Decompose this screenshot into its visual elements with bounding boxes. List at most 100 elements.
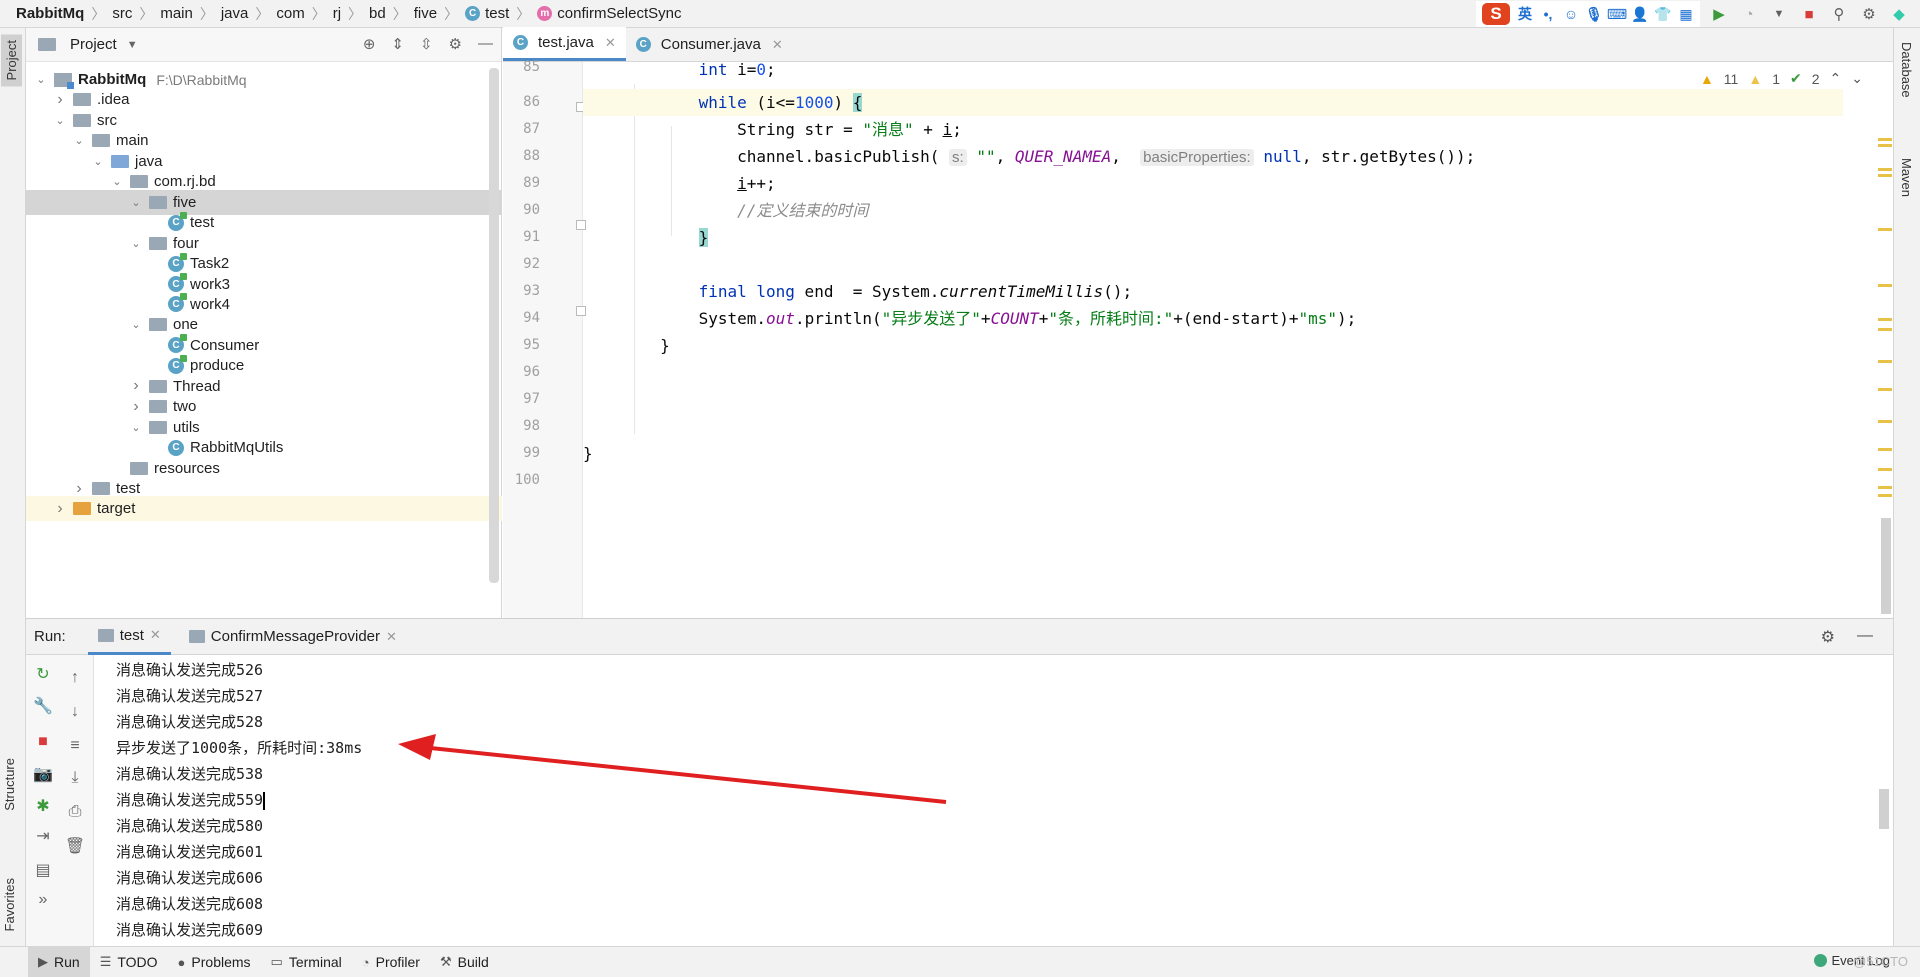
breadcrumb-item[interactable]: bd <box>369 5 386 22</box>
warning-marker[interactable] <box>1878 228 1892 231</box>
code-line-96[interactable] <box>583 359 1843 386</box>
emoji-icon[interactable]: ☺ <box>1563 6 1579 22</box>
code-line-100[interactable] <box>583 467 1843 494</box>
rerun-icon[interactable]: ↻ <box>34 665 52 683</box>
code-line-92[interactable] <box>583 251 1843 278</box>
close-icon[interactable]: ✕ <box>772 37 783 53</box>
chevron-down-icon[interactable]: ⌄ <box>129 318 143 331</box>
warning-marker[interactable] <box>1878 420 1892 423</box>
punctuation-icon[interactable]: •, <box>1540 6 1556 22</box>
ime-language-toggle[interactable]: 英 <box>1517 6 1533 22</box>
line-number[interactable]: 95 <box>523 332 540 359</box>
breadcrumb-item[interactable]: src <box>112 5 132 22</box>
warning-marker[interactable] <box>1878 468 1892 471</box>
chevron-right-icon[interactable]: › <box>72 480 86 498</box>
tab-maven[interactable]: Maven <box>1899 158 1914 197</box>
collapse-all-icon[interactable]: ⇳ <box>420 35 433 53</box>
line-number[interactable]: 93 <box>523 278 540 305</box>
gear-icon[interactable]: ⚙ <box>1821 627 1835 647</box>
chevron-up-icon[interactable]: ⌃ <box>1830 70 1842 87</box>
chevron-down-icon[interactable]: ⌄ <box>53 114 67 127</box>
more-icon[interactable]: » <box>34 891 52 909</box>
stop-icon[interactable]: ■ <box>1798 3 1820 25</box>
line-number[interactable]: 90 <box>523 197 540 224</box>
bottom-tab-terminal[interactable]: ▭ Terminal <box>261 947 352 977</box>
arrow-up-icon[interactable]: ↑ <box>66 669 84 687</box>
exit-icon[interactable]: ⇥ <box>34 827 52 845</box>
warning-marker[interactable] <box>1878 174 1892 177</box>
breadcrumb-item[interactable]: five <box>414 5 437 22</box>
warning-marker[interactable] <box>1878 494 1892 497</box>
grid-icon[interactable]: ▦ <box>1678 6 1694 22</box>
chevron-down-icon[interactable]: ⌄ <box>110 175 124 188</box>
chevron-down-icon[interactable]: ⌄ <box>72 134 86 147</box>
arrow-down-icon[interactable]: ↓ <box>66 703 84 721</box>
breadcrumb-method[interactable]: m confirmSelectSync <box>537 5 681 22</box>
stop-icon[interactable]: ■ <box>34 733 52 751</box>
run-coverage-icon[interactable]: ▶ <box>1708 3 1730 25</box>
wrench-icon[interactable]: 🔧 <box>33 697 53 715</box>
tab-favorites[interactable]: Favorites <box>2 878 17 931</box>
code-line-90[interactable]: //定义结束的时间 <box>583 197 1843 224</box>
code-line-98[interactable] <box>583 413 1843 440</box>
warning-marker[interactable] <box>1878 144 1892 147</box>
line-number[interactable]: 87 <box>523 116 540 143</box>
close-icon[interactable]: ✕ <box>386 629 397 645</box>
chevron-down-icon[interactable]: ⌄ <box>129 237 143 250</box>
chevron-down-icon[interactable]: ⌄ <box>91 155 105 168</box>
breadcrumb-item[interactable]: main <box>160 5 193 22</box>
line-number[interactable]: 98 <box>523 413 540 440</box>
scroll-to-end-icon[interactable]: ⤓ <box>66 769 84 787</box>
breadcrumb-item[interactable]: com <box>276 5 304 22</box>
chevron-right-icon[interactable]: › <box>129 398 143 416</box>
bottom-tab-run[interactable]: ▶ Run <box>28 946 90 977</box>
breadcrumb-root[interactable]: RabbitMq <box>16 5 84 22</box>
chevron-down-icon[interactable]: ⌄ <box>129 196 143 209</box>
editor-scrollbar[interactable] <box>1881 518 1891 614</box>
chevron-down-icon[interactable]: ▼ <box>1768 3 1790 25</box>
code-line-94[interactable]: System.out.println("异步发送了"+COUNT+"条，所耗时间… <box>583 305 1843 332</box>
breadcrumb-class[interactable]: Ctest <box>465 5 509 22</box>
line-number[interactable]: 91 <box>523 224 540 251</box>
chevron-right-icon[interactable]: › <box>53 500 67 518</box>
keyboard-icon[interactable]: ⌨ <box>1607 6 1627 22</box>
code-line-85[interactable]: int i=0; <box>583 62 1843 84</box>
chevron-right-icon[interactable]: › <box>129 377 143 395</box>
project-panel-title[interactable]: Project <box>70 36 117 53</box>
warning-marker[interactable] <box>1878 168 1892 171</box>
gear-icon[interactable]: ⚙ <box>449 35 462 53</box>
camera-icon[interactable]: 📷 <box>33 765 53 783</box>
tab-test-java[interactable]: C test.java ✕ <box>503 27 626 61</box>
code-line-87[interactable]: String str = "消息" + i; <box>583 116 1843 143</box>
run-tab-confirm-message-provider[interactable]: ConfirmMessageProvider ✕ <box>179 619 407 655</box>
warning-marker[interactable] <box>1878 138 1892 141</box>
jetbrains-icon[interactable]: ◆ <box>1888 3 1910 25</box>
code-line-99[interactable]: } <box>583 440 1843 467</box>
bottom-tab-problems[interactable]: ● Problems <box>168 947 261 977</box>
expand-all-icon[interactable]: ⇕ <box>391 35 404 53</box>
warning-marker[interactable] <box>1878 318 1892 321</box>
close-icon[interactable]: ✕ <box>605 35 616 51</box>
close-icon[interactable]: ✕ <box>150 627 161 643</box>
code-line-93[interactable]: final long end = System.currentTimeMilli… <box>583 278 1843 305</box>
chevron-right-icon[interactable]: › <box>53 91 67 109</box>
warning-marker[interactable] <box>1878 360 1892 363</box>
inspection-widget[interactable]: ▲ 11 ▲ 1 ✔ 2 ⌃ ⌄ <box>1699 70 1863 87</box>
tab-project[interactable]: Project <box>1 34 22 87</box>
bottom-tab-todo[interactable]: ☰ TODO <box>90 947 168 977</box>
search-icon[interactable]: ⚲ <box>1828 3 1850 25</box>
run-tab-test[interactable]: test ✕ <box>87 619 171 655</box>
bottom-tab-profiler[interactable]: ◔ Profiler <box>352 947 430 977</box>
line-number[interactable]: 88 <box>523 143 540 170</box>
hide-icon[interactable]: — <box>1857 627 1873 647</box>
warning-marker[interactable] <box>1878 328 1892 331</box>
warning-marker[interactable] <box>1878 388 1892 391</box>
warning-marker[interactable] <box>1878 448 1892 451</box>
tab-consumer-java[interactable]: C Consumer.java ✕ <box>626 28 793 61</box>
tab-database[interactable]: Database <box>1899 42 1914 98</box>
bottom-tab-build[interactable]: ⚒ Build <box>430 947 499 977</box>
tree-scrollbar[interactable] <box>489 68 499 583</box>
console-output[interactable]: 消息确认发送完成526 消息确认发送完成527 消息确认发送完成528 异步发送了10… <box>94 655 1884 947</box>
code-line-95[interactable]: } <box>583 332 1843 359</box>
code-line-89[interactable]: i++; <box>583 170 1843 197</box>
